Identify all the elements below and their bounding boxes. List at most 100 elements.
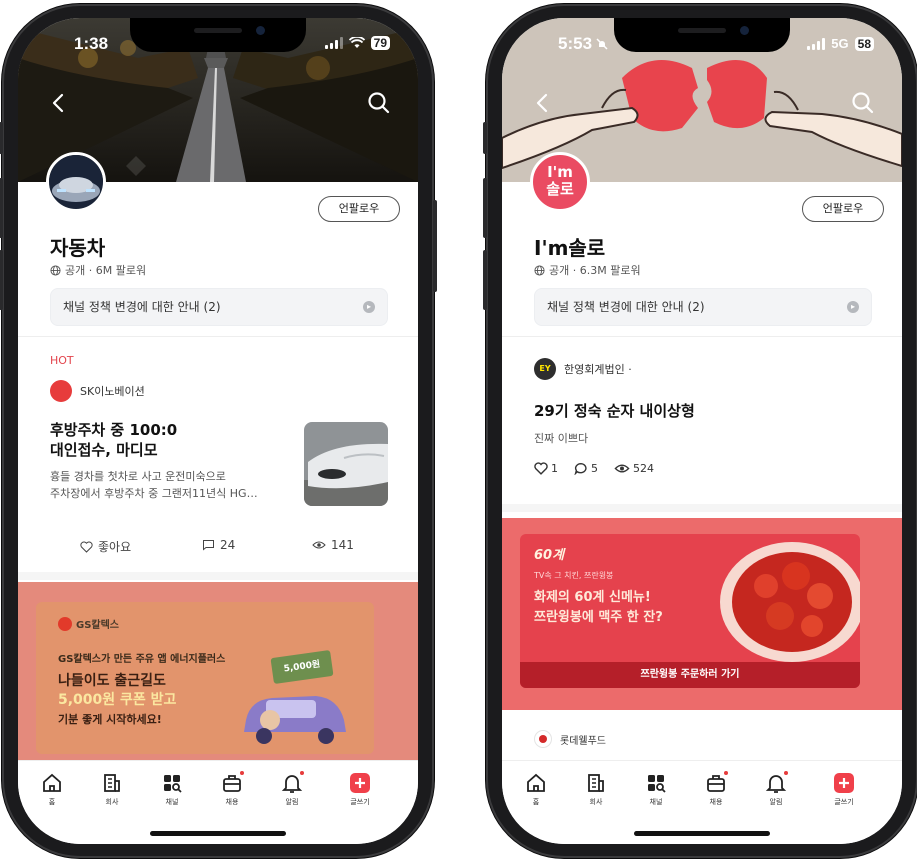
comment-count: 24 (220, 538, 236, 552)
volume-down-button (0, 250, 3, 310)
post-title[interactable]: 29기 정숙 순자 내이상형 (534, 400, 695, 421)
tab-home-label: 홈 (532, 798, 540, 806)
mute-bell-icon (596, 38, 608, 50)
next-post-author-name: 롯데웰푸드 (560, 735, 606, 747)
eye-icon (614, 464, 630, 473)
volume-down-button (483, 250, 487, 310)
policy-notice[interactable]: 채널 정책 변경에 대한 안내 (2) ▸ (534, 288, 872, 326)
power-button (433, 200, 437, 292)
post-title-line1: 후방주차 중 100:0 (50, 421, 178, 439)
policy-notice[interactable]: 채널 정책 변경에 대한 안내 (2) ▸ (50, 288, 388, 326)
avatar-text-1: I'm (547, 163, 573, 181)
tab-alerts-label: 알림 (769, 798, 783, 806)
comment-button[interactable]: 5 (574, 462, 598, 475)
gs-logo-icon (58, 616, 72, 631)
views: 524 (614, 462, 654, 475)
tab-jobs-label: 채용 (225, 798, 239, 806)
tab-jobs[interactable]: 채용 (696, 771, 736, 807)
post-body[interactable]: 진짜 이쁘다 (534, 430, 588, 446)
comment-button[interactable]: 24 (202, 538, 235, 552)
search-icon[interactable] (850, 90, 876, 116)
car-illustration (244, 696, 346, 744)
ad-line3: 기분 좋게 시작하세요! (58, 713, 162, 726)
section-divider (18, 572, 418, 580)
plus-icon (834, 773, 854, 793)
tab-write-label: 글쓰기 (834, 798, 854, 806)
tab-write[interactable]: 글쓰기 (340, 771, 380, 807)
ad-banner[interactable]: GS칼텍스 GS칼텍스가 만든 주유 앱 에너지플러스 나들이도 출근길도 5,… (18, 582, 418, 782)
channel-avatar: I'm 솔로 (530, 152, 590, 212)
home-icon (527, 773, 545, 792)
tab-jobs[interactable]: 채용 (212, 771, 252, 807)
tab-write[interactable]: 글쓰기 (824, 771, 864, 807)
post-author[interactable]: SK이노베이션 (50, 380, 145, 402)
tab-company-label: 회사 (105, 798, 119, 806)
tab-channel[interactable]: 채널 (152, 771, 192, 807)
tab-home[interactable]: 홈 (516, 771, 556, 807)
hot-label: HOT (50, 354, 74, 367)
ad-card[interactable]: GS칼텍스 GS칼텍스가 만든 주유 앱 에너지플러스 나들이도 출근길도 5,… (36, 602, 374, 754)
lotte-logo-icon (534, 730, 552, 748)
tab-company-label: 회사 (589, 798, 603, 806)
back-arrow-icon[interactable] (530, 90, 556, 116)
battery-icon: 79 (370, 36, 390, 50)
post-actions: 1 5 524 (534, 462, 654, 475)
tab-home-label: 홈 (48, 798, 56, 806)
home-indicator (150, 831, 286, 836)
ad-coupon: 5,000원 (270, 649, 334, 685)
right-screen: 5:53 5G 58 I'm 솔로 언팔로우 I'm솔로 공개 · 6.3M 팔… (502, 18, 902, 844)
ad-banner[interactable]: 60계 TV속 그 치킨, 쯔란윙봉 화제의 60계 신메뉴! 쯔란윙봉에 맥주… (502, 518, 902, 710)
unfollow-button[interactable]: 언팔로우 (802, 196, 884, 222)
volume-up-button (0, 178, 3, 238)
channel-avatar (46, 152, 106, 212)
section-divider (502, 504, 902, 512)
post-title[interactable]: 후방주차 중 100:0 대인접수, 마디모 (50, 420, 300, 460)
home-icon (43, 773, 61, 792)
tab-alerts-label: 알림 (285, 798, 299, 806)
mute-switch (483, 122, 487, 154)
plus-icon (350, 773, 370, 793)
post-body[interactable]: 흉들 경차를 첫차로 사고 운전미숙으로 주차장에서 후방주차 중 그랜저11년… (50, 468, 300, 502)
like-button[interactable]: 1 (534, 462, 558, 475)
channel-title: I'm솔로 (534, 236, 606, 260)
tab-alerts[interactable]: 알림 (756, 771, 796, 807)
channel-meta: 공개 · 6M 팔로워 (50, 262, 146, 278)
post-author-name: 한영회계법인 · (564, 363, 632, 376)
tab-channel-label: 채널 (165, 798, 179, 806)
ad-brand-text: GS칼텍스 (76, 620, 120, 631)
signal-icon (324, 37, 343, 49)
tab-company[interactable]: 회사 (92, 771, 132, 807)
back-arrow-icon[interactable] (46, 90, 72, 116)
post-body-line1: 흉들 경차를 첫차로 사고 운전미숙으로 (50, 470, 226, 483)
next-post-author[interactable]: 롯데웰푸드 (534, 730, 606, 748)
post-author[interactable]: EY 한영회계법인 · (534, 358, 632, 380)
unfollow-button[interactable]: 언팔로우 (318, 196, 400, 222)
tab-home[interactable]: 홈 (32, 771, 72, 807)
tab-company[interactable]: 회사 (576, 771, 616, 807)
channel-meta: 공개 · 6.3M 팔로워 (534, 262, 641, 278)
chicken-illustration (720, 542, 860, 662)
channel-icon (164, 775, 182, 793)
status-time: 5:53 (558, 34, 593, 53)
tab-write-label: 글쓰기 (350, 798, 370, 806)
ad-line1: 나들이도 출근길도 (58, 673, 166, 689)
ad-copy: 나들이도 출근길도 5,000원 쿠폰 받고 기분 좋게 시작하세요! (58, 672, 176, 729)
ad-card[interactable]: 60계 TV속 그 치킨, 쯔란윙봉 화제의 60계 신메뉴! 쯔란윙봉에 맥주… (520, 534, 860, 688)
left-phone-frame: 1:38 79 언팔로우 자동차 공개 · 6M 팔로워 채널 정책 변경에 대… (0, 4, 437, 858)
ad-headline2: 쯔란윙봉에 맥주 한 잔? (534, 610, 663, 625)
ad-cta-button[interactable]: 쯔란윙봉 주문하러 가기 (520, 662, 860, 688)
divider (18, 336, 418, 337)
author-logo-icon (50, 380, 72, 402)
ad-brand: 60계 (534, 548, 565, 563)
like-button[interactable]: 좋아요 (80, 538, 131, 555)
mute-switch (0, 122, 3, 154)
post-thumbnail[interactable] (304, 422, 388, 506)
ad-tagline: TV속 그 치킨, 쯔란윙봉 (534, 571, 614, 580)
status-bar: 5:53 5G 58 (502, 34, 902, 58)
tab-channel[interactable]: 채널 (636, 771, 676, 807)
search-icon[interactable] (366, 90, 392, 116)
ad-headline: GS칼텍스가 만든 주유 앱 에너지플러스 (58, 654, 226, 665)
ad-line2: 5,000원 쿠폰 받고 (58, 692, 177, 708)
tab-alerts[interactable]: 알림 (272, 771, 312, 807)
view-count: 524 (633, 462, 654, 475)
